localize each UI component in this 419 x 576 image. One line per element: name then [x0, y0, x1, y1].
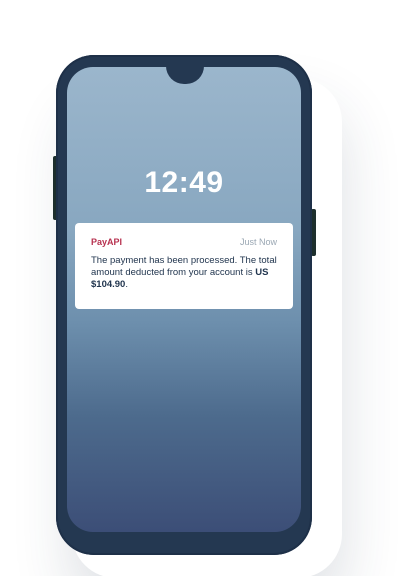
notification-message: The payment has been processed. The tota…: [91, 255, 277, 291]
notification-header: PayAPI Just Now: [91, 237, 277, 251]
payment-notification[interactable]: PayAPI Just Now The payment has been pro…: [75, 223, 293, 309]
lock-screen-clock: 12:49: [144, 166, 224, 199]
notification-timestamp: Just Now: [239, 237, 277, 247]
notification-message-end: .: [125, 279, 128, 290]
notification-message-text: The payment has been processed. The tota…: [91, 255, 277, 278]
page: 12:49 PayAPI Just Now The payment has be…: [0, 0, 419, 576]
notification-app-name: PayAPI: [91, 237, 123, 247]
